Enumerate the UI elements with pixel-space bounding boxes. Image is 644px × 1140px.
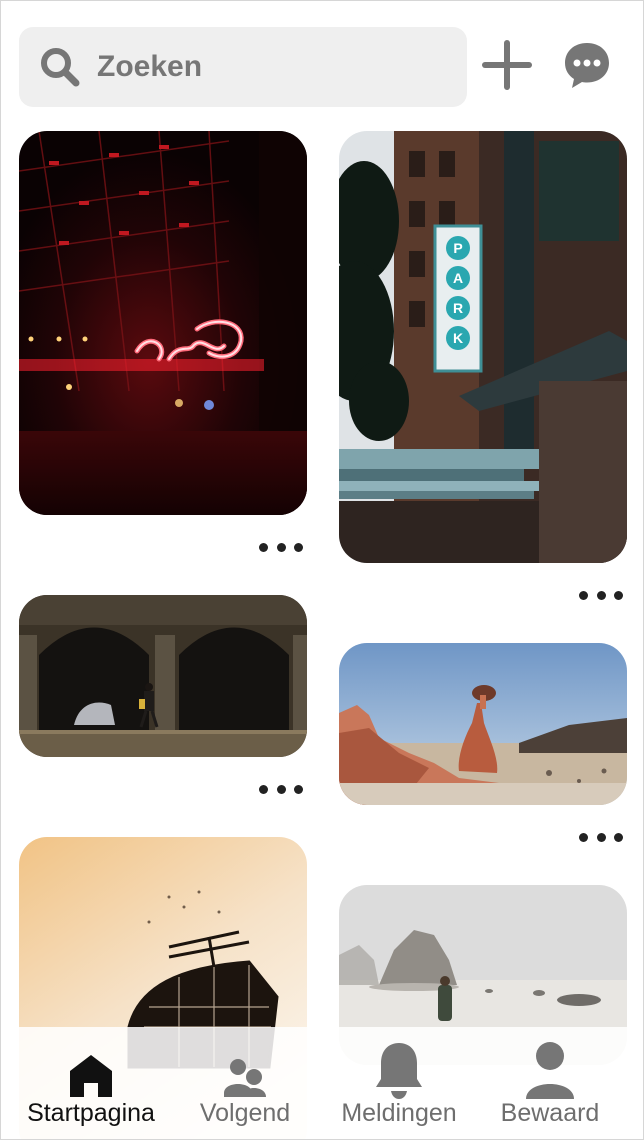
search-icon: [39, 46, 81, 88]
more-options-icon[interactable]: [579, 827, 623, 847]
search-input[interactable]: Zoeken: [19, 27, 467, 107]
plus-icon: [481, 39, 533, 96]
pin-image: [19, 131, 307, 515]
nav-label-volgend: Volgend: [199, 1099, 291, 1127]
nav-item-volgend[interactable]: Volgend: [187, 1027, 303, 1139]
bell-icon: [369, 1039, 429, 1099]
messages-button[interactable]: [561, 41, 613, 93]
home-icon: [61, 1039, 121, 1099]
pin-image: PARK: [339, 131, 627, 563]
chat-bubble-icon: [562, 40, 612, 95]
nav-item-meldingen[interactable]: Meldingen: [331, 1027, 467, 1139]
svg-text:A: A: [453, 270, 463, 286]
people-icon: [215, 1039, 275, 1099]
nav-item-bewaard[interactable]: Bewaard: [491, 1027, 609, 1139]
more-options-icon[interactable]: [259, 537, 303, 557]
add-button[interactable]: [481, 39, 533, 96]
more-options-icon[interactable]: [579, 585, 623, 605]
search-placeholder: Zoeken: [97, 50, 203, 83]
pin-arcade-walker[interactable]: [19, 595, 307, 757]
more-options-icon[interactable]: [259, 779, 303, 799]
pin-desert-rocks[interactable]: [339, 643, 627, 805]
pin-neon-sign[interactable]: [19, 131, 307, 515]
svg-text:R: R: [453, 300, 463, 316]
nav-item-startpagina[interactable]: Startpagina: [23, 1027, 159, 1139]
app-frame: Zoeken P A R K Startpagina Volgend Meldi…: [0, 0, 644, 1140]
pin-image: [19, 595, 307, 757]
svg-text:P: P: [453, 240, 462, 256]
pin-park-building[interactable]: PARK: [339, 131, 627, 563]
bottom-nav: Startpagina Volgend Meldingen Bewaard: [1, 1027, 643, 1139]
svg-text:K: K: [453, 330, 463, 346]
nav-label-meldingen: Meldingen: [341, 1099, 457, 1127]
nav-label-startpagina: Startpagina: [27, 1099, 155, 1127]
pin-image: [339, 643, 627, 805]
nav-label-bewaard: Bewaard: [500, 1099, 600, 1127]
profile-icon: [520, 1039, 580, 1099]
